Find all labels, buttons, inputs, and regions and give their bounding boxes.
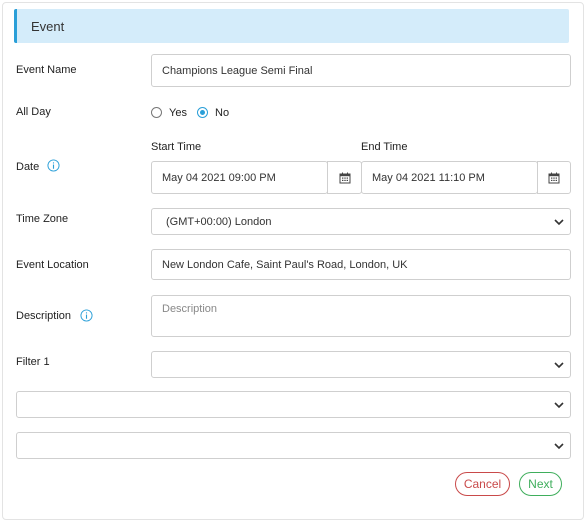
calendar-icon: [339, 172, 350, 183]
description-textarea[interactable]: Description: [151, 295, 571, 337]
info-icon[interactable]: [47, 159, 60, 172]
all-day-label: All Day: [16, 106, 51, 118]
description-placeholder: Description: [162, 303, 218, 315]
filter-1-select[interactable]: [151, 351, 571, 378]
all-day-yes-label[interactable]: Yes: [169, 106, 187, 120]
start-time-calendar-button[interactable]: [327, 161, 362, 194]
extra-select-2[interactable]: [16, 432, 571, 459]
cancel-button[interactable]: Cancel: [455, 472, 510, 496]
event-name-value: Champions League Semi Final: [162, 64, 313, 77]
all-day-yes-radio[interactable]: [151, 107, 162, 118]
next-button[interactable]: Next: [519, 472, 562, 496]
end-time-label: End Time: [361, 141, 408, 153]
chevron-down-icon: [554, 361, 564, 368]
section-header-event: Event: [14, 9, 569, 43]
extra-select-1[interactable]: [16, 391, 571, 418]
filter-1-label: Filter 1: [16, 356, 50, 368]
time-zone-select[interactable]: (GMT+00:00) London: [151, 208, 571, 235]
all-day-no-radio[interactable]: [197, 107, 208, 118]
time-zone-value: (GMT+00:00) London: [166, 215, 272, 228]
start-time-label: Start Time: [151, 141, 202, 153]
event-name-input[interactable]: Champions League Semi Final: [151, 54, 571, 87]
calendar-icon: [548, 172, 560, 183]
description-label: Description: [16, 310, 72, 322]
info-icon[interactable]: [80, 309, 93, 322]
date-label: Date: [16, 161, 40, 173]
time-zone-label: Time Zone: [16, 213, 69, 225]
all-day-no-label[interactable]: No: [215, 106, 229, 120]
event-location-input[interactable]: New London Cafe, Saint Paul's Road, Lond…: [151, 249, 571, 280]
end-time-calendar-button[interactable]: [537, 161, 571, 194]
end-time-value: May 04 2021 11:10 PM: [372, 171, 485, 184]
event-location-label: Event Location: [16, 259, 89, 271]
event-name-label: Event Name: [16, 64, 77, 76]
event-location-value: New London Cafe, Saint Paul's Road, Lond…: [162, 258, 408, 271]
chevron-down-icon: [554, 442, 564, 449]
start-time-input[interactable]: May 04 2021 09:00 PM: [151, 161, 328, 194]
section-title: Event: [31, 18, 65, 34]
chevron-down-icon: [554, 401, 564, 408]
end-time-input[interactable]: May 04 2021 11:10 PM: [361, 161, 538, 194]
start-time-value: May 04 2021 09:00 PM: [162, 171, 276, 184]
chevron-down-icon: [554, 218, 564, 225]
